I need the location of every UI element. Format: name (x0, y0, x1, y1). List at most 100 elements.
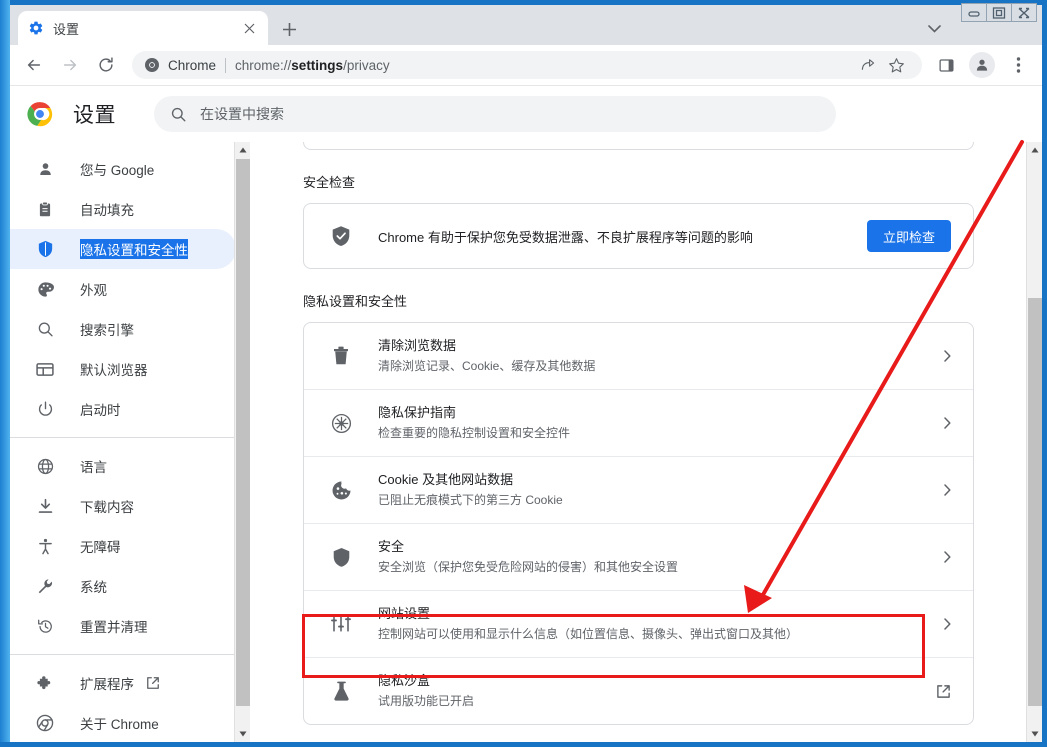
sidebar-item-appearance[interactable]: 外观 (10, 269, 236, 309)
privacy-row-site-settings[interactable]: 网站设置 控制网站可以使用和显示什么信息（如位置信息、摄像头、弹出式窗口及其他） (304, 590, 973, 657)
security-check-heading: 安全检查 (303, 175, 356, 190)
sidebar-divider-2 (10, 654, 237, 655)
browser-window-icon (35, 359, 55, 379)
address-bar[interactable]: Chrome chrome://settings/privacy (132, 51, 922, 79)
sidebar-item-search-engine[interactable]: 搜索引擎 (10, 309, 236, 349)
sidebar-item-label: 系统 (80, 580, 107, 595)
tab-title: 设置 (53, 21, 80, 37)
settings-sidebar: 您与 Google 自动填充 隐私设置和安全性 外观 搜索引擎 默认浏览器 启动… (10, 142, 251, 742)
sidebar-item-on-startup[interactable]: 启动时 (10, 389, 236, 429)
sidebar-list: 您与 Google 自动填充 隐私设置和安全性 外观 搜索引擎 默认浏览器 启动… (10, 142, 250, 742)
side-panel-button[interactable] (932, 51, 960, 79)
settings-body: 您与 Google 自动填充 隐私设置和安全性 外观 搜索引擎 默认浏览器 启动… (10, 142, 1042, 742)
globe-icon (35, 456, 55, 476)
chevron-right-icon[interactable] (944, 350, 951, 362)
sidebar-item-label: 隐私设置和安全性 (80, 239, 188, 259)
sidebar-item-privacy-and-security[interactable]: 隐私设置和安全性 (10, 229, 236, 269)
forward-button[interactable] (56, 51, 84, 79)
shield-check-icon (330, 225, 352, 247)
minimize-button[interactable] (961, 3, 987, 22)
maximize-button[interactable] (986, 3, 1012, 22)
privacy-row-privacy-guide[interactable]: 隐私保护指南 检查重要的隐私控制设置和安全控件 (304, 389, 973, 456)
privacy-row-text: Cookie 及其他网站数据 已阻止无痕模式下的第三方 Cookie (378, 471, 944, 509)
scroll-down-button[interactable] (1027, 726, 1042, 742)
privacy-row-text: 安全 安全浏览（保护您免受危险网站的侵害）和其他安全设置 (378, 538, 944, 576)
scroll-down-button[interactable] (235, 726, 250, 742)
security-check-row[interactable]: Chrome 有助于保护您免受数据泄露、不良扩展程序等问题的影响 立即检查 (304, 204, 973, 268)
row-subtitle: 控制网站可以使用和显示什么信息（如位置信息、摄像头、弹出式窗口及其他） (378, 627, 799, 641)
back-button[interactable] (20, 51, 48, 79)
sidebar-item-system[interactable]: 系统 (10, 566, 236, 606)
privacy-row-security[interactable]: 安全 安全浏览（保护您免受危险网站的侵害）和其他安全设置 (304, 523, 973, 590)
puzzle-icon (35, 673, 55, 693)
chevron-down-icon (927, 25, 941, 33)
sidebar-scrollbar[interactable] (234, 142, 250, 742)
sidebar-item-about-chrome[interactable]: 关于 Chrome (10, 703, 236, 742)
privacy-settings-card: 清除浏览数据 清除浏览记录、Cookie、缓存及其他数据 隐私保护指南 检查重要… (303, 322, 974, 725)
sidebar-item-reset-and-cleanup[interactable]: 重置并清理 (10, 606, 236, 646)
chevron-right-icon[interactable] (944, 417, 951, 429)
row-subtitle: 试用版功能已开启 (378, 694, 475, 708)
tab-close-button[interactable] (241, 20, 258, 37)
minimize-icon (968, 10, 980, 17)
caret-down-icon (239, 731, 247, 737)
chrome-menu-button[interactable] (1004, 51, 1032, 79)
bookmark-button[interactable] (884, 53, 908, 77)
privacy-row-cookies[interactable]: Cookie 及其他网站数据 已阻止无痕模式下的第三方 Cookie (304, 456, 973, 523)
search-input[interactable] (200, 106, 820, 122)
settings-content: 安全检查 Chrome 有助于保护您免受数据泄露、不良扩展程序等问题的影响 立即… (251, 142, 1042, 742)
security-check-description: Chrome 有助于保护您免受数据泄露、不良扩展程序等问题的影响 (378, 229, 753, 245)
close-button[interactable] (1011, 3, 1037, 22)
sidebar-item-accessibility[interactable]: 无障碍 (10, 526, 236, 566)
content-scrollbar[interactable] (1026, 142, 1042, 742)
privacy-row-text: 网站设置 控制网站可以使用和显示什么信息（如位置信息、摄像头、弹出式窗口及其他） (378, 605, 944, 643)
chevron-right-icon[interactable] (944, 618, 951, 630)
row-title: 隐私沙盒 (378, 673, 431, 688)
caret-up-icon (239, 147, 247, 153)
maximize-icon (992, 6, 1006, 19)
scroll-up-button[interactable] (1027, 142, 1042, 158)
profile-button[interactable] (969, 52, 995, 78)
row-title: 隐私保护指南 (378, 405, 457, 420)
open-external-icon[interactable] (936, 684, 951, 699)
sidebar-item-label: 语言 (80, 460, 107, 475)
check-now-button[interactable]: 立即检查 (866, 220, 951, 252)
person-icon (35, 159, 55, 179)
privacy-row-privacy-sandbox[interactable]: 隐私沙盒 试用版功能已开启 (304, 657, 973, 724)
scrollbar-thumb[interactable] (236, 159, 250, 706)
reload-icon (99, 57, 113, 72)
settings-search[interactable] (154, 96, 836, 132)
trash-icon (330, 345, 352, 367)
close-icon (1018, 7, 1030, 18)
security-check-card: Chrome 有助于保护您免受数据泄露、不良扩展程序等问题的影响 立即检查 (303, 203, 974, 269)
url-prefix: chrome:// (235, 57, 292, 73)
sidebar-item-default-browser[interactable]: 默认浏览器 (10, 349, 236, 389)
close-icon (244, 23, 255, 33)
chrome-icon (35, 713, 55, 733)
scrollbar-thumb[interactable] (1028, 298, 1042, 706)
sidebar-item-you-and-google[interactable]: 您与 Google (10, 149, 236, 189)
tab-search-button[interactable] (922, 17, 946, 41)
sidebar-item-autofill[interactable]: 自动填充 (10, 189, 236, 229)
accessibility-icon (35, 536, 55, 556)
side-panel-icon (938, 58, 954, 72)
sidebar-item-extensions[interactable]: 扩展程序 (10, 663, 236, 703)
browser-tab-settings[interactable]: 设置 (18, 11, 268, 45)
caret-down-icon (1031, 731, 1039, 737)
privacy-row-clear-browsing-data[interactable]: 清除浏览数据 清除浏览记录、Cookie、缓存及其他数据 (304, 323, 973, 389)
chevron-right-icon[interactable] (944, 484, 951, 496)
palette-icon (35, 279, 55, 299)
sidebar-item-languages[interactable]: 语言 (10, 446, 236, 486)
chevron-right-icon[interactable] (944, 551, 951, 563)
scroll-up-button[interactable] (235, 142, 250, 158)
wrench-icon (35, 576, 55, 596)
sidebar-item-label: 无障碍 (80, 540, 121, 555)
share-button[interactable] (856, 53, 880, 77)
sidebar-item-label: 自动填充 (80, 203, 134, 218)
new-tab-button[interactable] (276, 16, 302, 42)
reload-button[interactable] (92, 51, 120, 79)
sidebar-item-downloads[interactable]: 下载内容 (10, 486, 236, 526)
omnibox-brand-label: Chrome (168, 57, 217, 73)
sidebar-item-label: 下载内容 (80, 500, 134, 515)
share-icon (861, 59, 875, 70)
